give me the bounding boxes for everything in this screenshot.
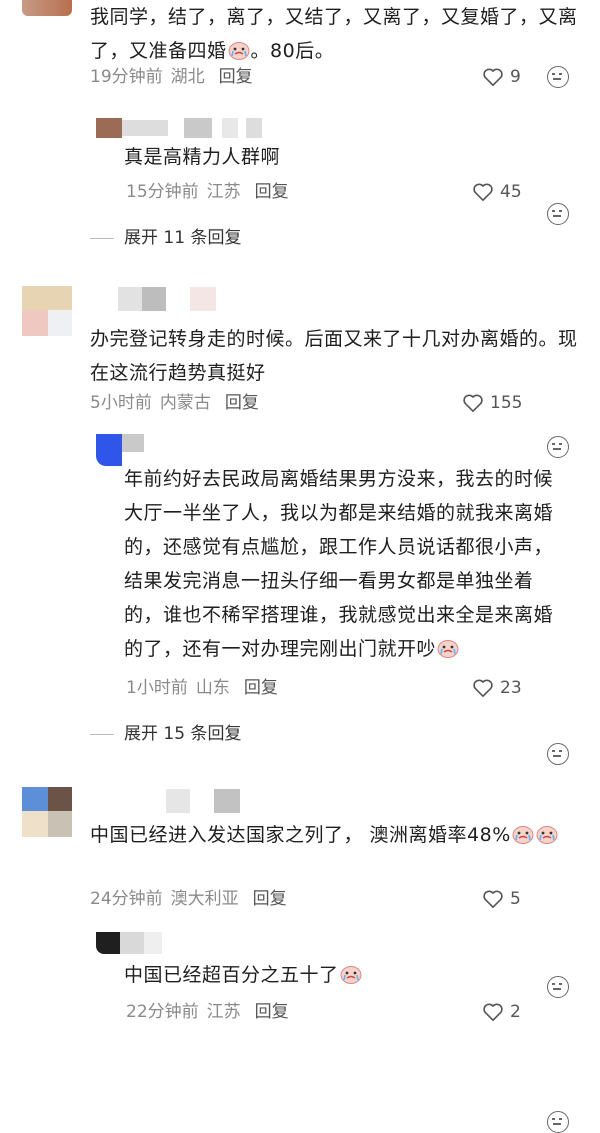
divider	[90, 237, 114, 239]
heart-outline-icon	[463, 394, 483, 412]
comment-text: 办完登记转身走的时候。后面又来了十几对办离婚的。现在这流行趋势真挺好	[90, 328, 578, 384]
like-count: 23	[500, 678, 522, 698]
username-blurred	[166, 789, 246, 813]
crying-face-emoji	[340, 961, 362, 984]
reply-button[interactable]: 回复	[255, 1002, 289, 1022]
crying-face-emoji	[512, 821, 534, 844]
comment-meta: 24分钟前 澳大利亚 回复	[90, 887, 287, 911]
comment-time: 5小时前	[90, 393, 152, 413]
expand-label: 展开 11 条回复	[124, 228, 242, 248]
like-count: 45	[500, 182, 522, 202]
reply-button[interactable]: 回复	[219, 67, 253, 87]
comment-time: 19分钟前	[90, 67, 163, 87]
reply-avatar[interactable]	[96, 932, 166, 954]
comment-meta: 5小时前 内蒙古 回复	[90, 391, 259, 415]
like-count: 155	[490, 393, 523, 413]
comment-text: 我同学，结了，离了，又结了，又离了，又复婚了，又离了，又准备四婚 。80后。	[90, 6, 578, 62]
like-button[interactable]: 9	[482, 65, 521, 89]
heart-outline-icon	[473, 679, 493, 697]
reply-meta: 15分钟前 江苏 回复	[126, 180, 289, 204]
comment-text: 中国已经进入发达国家之列了， 澳洲离婚率48%	[90, 818, 580, 852]
emoji-face-icon[interactable]	[547, 1111, 569, 1133]
reply-button[interactable]: 回复	[225, 393, 259, 413]
like-button[interactable]: 45	[472, 180, 522, 204]
reply-location: 江苏	[206, 1002, 241, 1022]
like-button[interactable]: 155	[462, 391, 522, 415]
like-count: 9	[510, 67, 521, 87]
emoji-face-icon[interactable]	[547, 66, 569, 88]
crying-face-emoji	[437, 635, 459, 658]
reply-text: 真是高精力人群啊	[124, 146, 281, 168]
comment-meta: 19分钟前 湖北 回复	[90, 65, 253, 89]
emoji-face-icon[interactable]	[547, 203, 569, 225]
emoji-face-icon[interactable]	[547, 976, 569, 998]
like-count: 2	[510, 1002, 521, 1022]
comment-location: 内蒙古	[159, 393, 211, 413]
reply-meta: 22分钟前 江苏 回复	[126, 1000, 289, 1024]
reply-location: 山东	[195, 678, 230, 698]
divider	[90, 733, 114, 735]
like-count: 5	[510, 889, 521, 909]
expand-replies-button[interactable]: 展开 15 条回复	[90, 722, 241, 746]
crying-face-emoji	[536, 821, 558, 844]
avatar[interactable]	[22, 0, 72, 16]
reply-time: 15分钟前	[126, 182, 199, 202]
reply-time: 22分钟前	[126, 1002, 199, 1022]
comment-location: 澳大利亚	[170, 889, 239, 909]
like-button[interactable]: 5	[482, 887, 521, 911]
reply-meta: 1小时前 山东 回复	[126, 676, 278, 700]
reply-avatar[interactable]	[96, 118, 266, 138]
comment-time: 24分钟前	[90, 889, 163, 909]
reply-text: 年前约好去民政局离婚结果男方没来，我去的时候大厅一半坐了人，我以为都是来结婚的就…	[124, 468, 554, 660]
avatar[interactable]	[22, 787, 72, 837]
like-button[interactable]: 2	[482, 1000, 521, 1024]
heart-outline-icon	[483, 890, 503, 908]
reply-text: 中国已经超百分之五十了	[124, 958, 363, 992]
heart-outline-icon	[483, 68, 503, 86]
reply-button[interactable]: 回复	[244, 678, 278, 698]
username-blurred	[118, 287, 218, 311]
reply-location: 江苏	[206, 182, 241, 202]
heart-outline-icon	[483, 1003, 503, 1021]
reply-button[interactable]: 回复	[253, 889, 287, 909]
expand-replies-button[interactable]: 展开 11 条回复	[90, 226, 241, 250]
comment-location: 湖北	[170, 67, 205, 87]
emoji-face-icon[interactable]	[547, 743, 569, 765]
reply-button[interactable]: 回复	[255, 182, 289, 202]
heart-outline-icon	[473, 183, 493, 201]
expand-label: 展开 15 条回复	[124, 724, 242, 744]
crying-face-emoji	[228, 37, 250, 60]
avatar[interactable]	[22, 286, 72, 336]
emoji-face-icon[interactable]	[547, 436, 569, 458]
reply-time: 1小时前	[126, 678, 188, 698]
like-button[interactable]: 23	[472, 676, 522, 700]
